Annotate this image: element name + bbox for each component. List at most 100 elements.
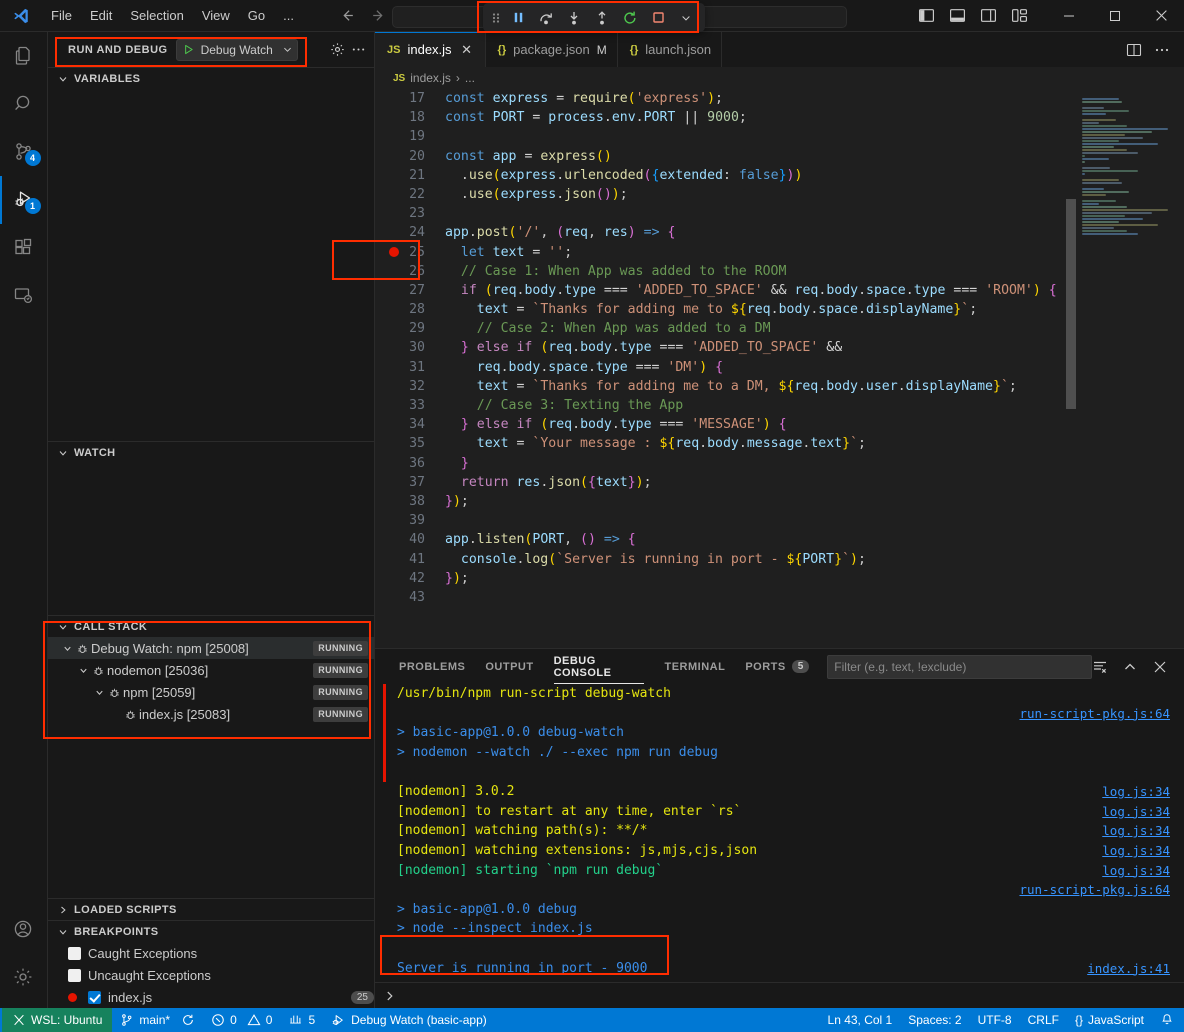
line-number[interactable]: 21 [375,166,443,185]
line-number[interactable]: 31 [375,358,443,377]
line-number[interactable]: 17 [375,89,443,108]
code-line[interactable]: 18const PORT = process.env.PORT || 9000; [375,108,1076,127]
launch-configuration-select[interactable]: Debug Watch [176,39,298,61]
toggle-secondary-sidebar-icon[interactable] [980,7,997,24]
debug-step-into-button[interactable] [561,6,587,30]
line-number[interactable]: 37 [375,473,443,492]
code-line[interactable]: 40app.listen(PORT, () => { [375,530,1076,549]
line-number[interactable]: 42 [375,569,443,588]
code-line[interactable]: 30 } else if (req.body.type === 'ADDED_T… [375,338,1076,357]
status-branch[interactable]: main* [112,1008,203,1032]
tab-launch-json[interactable]: {} launch.json [618,32,722,67]
debug-stop-button[interactable] [645,6,671,30]
window-minimize-button[interactable] [1046,0,1092,32]
status-ports[interactable]: 5 [280,1008,323,1032]
code-line[interactable]: 17const express = require('express'); [375,89,1076,108]
debug-console-output[interactable]: /usr/bin/npm run-script debug-watchrun-s… [375,684,1184,982]
status-notifications[interactable] [1152,1008,1182,1032]
line-number[interactable]: 18 [375,108,443,127]
line-number[interactable]: 34 [375,415,443,434]
status-language-mode[interactable]: {} JavaScript [1067,1008,1152,1032]
code-line[interactable]: 34 } else if (req.body.type === 'MESSAGE… [375,415,1076,434]
tab-package-json[interactable]: {} package.json M [486,32,618,67]
line-number[interactable]: 20 [375,147,443,166]
code-line[interactable]: 37 return res.json({text}); [375,473,1076,492]
tab-ports[interactable]: PORTS 5 [735,649,819,684]
debug-step-out-button[interactable] [589,6,615,30]
line-number[interactable]: 39 [375,511,443,530]
line-number[interactable]: 36 [375,454,443,473]
chevron-down-icon[interactable] [76,665,90,676]
debug-restart-button[interactable] [617,6,643,30]
debug-more-chevron-down-icon[interactable] [673,6,699,30]
code-line[interactable]: 42}); [375,569,1076,588]
breakpoint-checkbox[interactable] [68,969,81,982]
line-number[interactable]: 22 [375,185,443,204]
line-number[interactable]: 35 [375,434,443,453]
sync-icon[interactable] [181,1013,195,1027]
breadcrumb-file[interactable]: index.js [410,71,451,85]
status-debug-session[interactable]: Debug Watch (basic-app) [323,1008,495,1032]
console-source-link[interactable]: log.js:34 [1102,843,1170,858]
console-source-link[interactable]: log.js:34 [1102,804,1170,819]
breadcrumb-symbol[interactable]: ... [465,71,475,85]
activity-remote-explorer[interactable] [0,272,48,320]
code-line[interactable]: 26 // Case 1: When App was added to the … [375,262,1076,281]
console-filter-input[interactable]: Filter (e.g. text, !exclude) [827,655,1092,679]
code-line[interactable]: 33 // Case 3: Texting the App [375,396,1076,415]
code-line[interactable]: 29 // Case 2: When App was added to a DM [375,319,1076,338]
code-line[interactable]: 20const app = express() [375,147,1076,166]
pane-header-call-stack[interactable]: CALL STACK [48,615,374,637]
window-close-button[interactable] [1138,0,1184,32]
code-line[interactable]: 38}); [375,492,1076,511]
status-cursor-position[interactable]: Ln 43, Col 1 [820,1008,901,1032]
debug-settings-gear-icon[interactable] [330,42,345,57]
menu-bar[interactable]: File Edit Selection View Go ... [42,5,303,26]
line-number[interactable]: 43 [375,588,443,607]
line-number[interactable]: 23 [375,204,443,223]
sidebar-more-actions-icon[interactable] [351,42,366,57]
pane-header-breakpoints[interactable]: BREAKPOINTS [48,920,374,942]
code-line[interactable]: 35 text = `Your message : ${req.body.mes… [375,434,1076,453]
call-stack-row[interactable]: Debug Watch: npm [25008] RUNNING [48,637,374,659]
chevron-down-icon[interactable] [92,687,106,698]
code-line[interactable]: 43 [375,588,1076,607]
status-encoding[interactable]: UTF-8 [970,1008,1020,1032]
menu-selection[interactable]: Selection [121,5,192,26]
editor-more-actions-icon[interactable] [1154,42,1170,58]
debug-pause-button[interactable] [505,6,531,30]
close-panel-icon[interactable] [1152,659,1168,675]
code-line[interactable]: 22 .use(express.json()); [375,185,1076,204]
line-number[interactable]: 26 [375,262,443,281]
tab-debug-console[interactable]: DEBUG CONSOLE [544,649,655,684]
activity-explorer[interactable] [0,32,48,80]
debug-console-input[interactable] [375,982,1184,1008]
code-line[interactable]: 31 req.body.space.type === 'DM') { [375,358,1076,377]
status-indentation[interactable]: Spaces: 2 [900,1008,969,1032]
chevron-down-icon[interactable] [282,44,293,55]
activity-source-control[interactable]: 4 [0,128,48,176]
split-editor-icon[interactable] [1126,42,1142,58]
menu-go[interactable]: Go [239,5,274,26]
code-line[interactable]: 39 [375,511,1076,530]
code-line[interactable]: 24app.post('/', (req, res) => { [375,223,1076,242]
line-number[interactable]: 29 [375,319,443,338]
navigation-arrows[interactable] [339,7,387,24]
code-line[interactable]: 27 if (req.body.type === 'ADDED_TO_SPACE… [375,281,1076,300]
tab-problems[interactable]: PROBLEMS [389,649,475,684]
status-problems[interactable]: 0 0 [203,1008,280,1032]
drag-handle-icon[interactable] [489,10,503,26]
breakpoint-checkbox[interactable] [68,947,81,960]
status-eol[interactable]: CRLF [1020,1008,1067,1032]
console-source-link[interactable]: log.js:34 [1102,823,1170,838]
pane-header-variables[interactable]: VARIABLES [48,67,374,89]
call-stack-row[interactable]: index.js [25083] RUNNING [48,703,374,725]
line-number[interactable]: 33 [375,396,443,415]
code-scroll-area[interactable]: 17const express = require('express');18c… [375,89,1076,648]
line-number[interactable]: 25 [375,243,443,262]
call-stack-row[interactable]: npm [25059] RUNNING [48,681,374,703]
line-number[interactable]: 40 [375,530,443,549]
code-line[interactable]: 41 console.log(`Server is running in por… [375,550,1076,569]
breakpoint-row[interactable]: index.js 25 [48,986,374,1008]
activity-search[interactable] [0,80,48,128]
